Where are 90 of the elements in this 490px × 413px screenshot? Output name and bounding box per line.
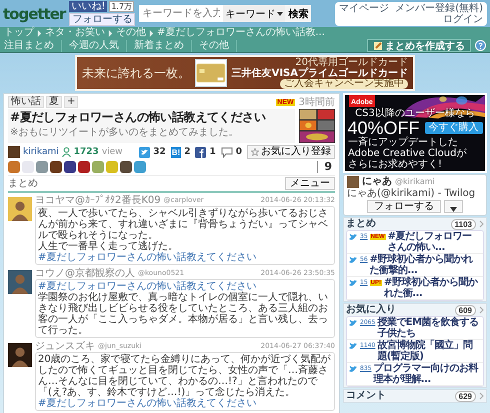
twitter-icon (349, 364, 358, 372)
header-link[interactable]: ログイン (443, 14, 483, 24)
ad-note: 20代専用ゴールドカード (295, 58, 408, 68)
twitter-icon (349, 232, 358, 240)
twilog-link[interactable]: にゃあ(@kirikami) - Twilog (347, 188, 483, 199)
user-avatar[interactable] (120, 161, 132, 173)
ad-product: 三井住友VISAプライムゴールドカード (232, 68, 408, 78)
dropdown-button[interactable] (444, 200, 463, 213)
twitter-share-icon[interactable] (139, 146, 150, 158)
tag[interactable]: 怖い話 (8, 96, 44, 108)
ad-cta: ご入会キャンペーン実施中 (280, 78, 408, 88)
ad-tagline: 未来に誇れる一枚。 (82, 64, 190, 82)
section-title: まとめ (8, 178, 38, 190)
share-count: 0 (236, 147, 242, 157)
person-icon (62, 147, 71, 157)
matome-link[interactable]: プログラマー向けのお料理本が理解… (373, 363, 481, 385)
like-count: 1.7万 (109, 1, 134, 12)
tweet-text: 人生で一番早く走って逃げた。 (38, 241, 178, 252)
section-title[interactable]: まとめ (346, 218, 376, 230)
ad-body: 一斉にアップデートした (348, 137, 459, 148)
share-count: 32 (153, 147, 166, 157)
twitter-icon (349, 318, 358, 326)
follow-button[interactable]: フォローする (69, 13, 136, 26)
matome-link[interactable]: #野球初心者から聞かれた衝撃的… (370, 254, 481, 276)
author-link[interactable]: kirikami (23, 147, 59, 157)
help-icon[interactable] (475, 40, 486, 51)
search-button[interactable]: 検索 (285, 5, 312, 22)
chevron-icon (37, 30, 42, 36)
count-badge: 629 (454, 390, 476, 402)
count-badge: 609 (454, 304, 476, 316)
view-label: view (102, 147, 123, 157)
tag[interactable]: 夏 (46, 96, 62, 108)
comment-icon[interactable] (220, 146, 233, 158)
logo[interactable]: togetter (3, 4, 66, 22)
user-avatar[interactable] (50, 161, 62, 173)
hashtag-link[interactable]: #夏だしフォロワーさんの怖い話教えてください (38, 281, 256, 292)
pencil-icon (373, 40, 383, 50)
profile-handle: @kirikami (395, 176, 435, 188)
chevron-icon[interactable] (479, 392, 484, 400)
favorite-count: 9 (317, 161, 332, 173)
twitter-icon (349, 256, 358, 264)
tweet-text: 20歳のころ、家で寝てたら金縛りにあって、何かが近づく気配がしたので怖くてギュッと目を閉じてたら、女性の声で「…斉藤さん…そんなに目を閉じていて、わかるの…!?」と言われたので「(え?あ、す、鈴木ですけど…!)」って念じたら消えた。 #夏だしフォロワーさんの怖い話教えてください (38, 354, 332, 409)
tweet-author[interactable]: コウノ@京都観察の人 (35, 268, 135, 279)
count-badge: 1103 (450, 218, 476, 230)
follow-button[interactable]: フォローする (367, 200, 441, 213)
chevron-icon (149, 30, 154, 36)
chevron-icon[interactable] (479, 220, 484, 228)
tweet-author[interactable]: ジュンスズキ (35, 341, 95, 352)
matome-link[interactable]: 授業でEM菌を飲食する子供たち (377, 317, 481, 339)
section-title[interactable]: コメント (346, 390, 386, 402)
twitter-icon (349, 342, 358, 350)
search-scope-dropdown[interactable]: キーワード (223, 5, 286, 22)
user-avatar[interactable] (78, 161, 90, 173)
matome-link[interactable]: #野球初心者から聞かれた衝… (384, 277, 481, 299)
matome-link[interactable]: 故宮博物院「國立」問題(暫定版) (377, 340, 481, 362)
chevron-icon[interactable] (479, 306, 484, 314)
caret-icon (277, 12, 284, 16)
user-avatar[interactable] (64, 161, 76, 173)
menu-button[interactable]: メニュー (285, 177, 335, 190)
share-count: 2 (184, 147, 190, 157)
star-icon (251, 148, 259, 156)
view-count: 1723 (74, 147, 99, 157)
section-title[interactable]: お気に入り (346, 304, 396, 316)
tweet-author[interactable]: ヨコヤマ@ｶｰﾌﾟｵﾀ2番長K09 (35, 195, 161, 206)
profile-name: にゃあ (362, 176, 392, 188)
matome-link[interactable]: #夏だしフォロワーさんの怖い… (388, 231, 481, 253)
ad-banner[interactable]: 未来に誇れる一枚。 20代専用ゴールドカード 三井住友VISAプライムゴールドカード ご入会キャンペーン実施中 (75, 55, 415, 91)
facebook-share-icon[interactable] (195, 146, 206, 158)
header-link[interactable]: マイページ (339, 2, 390, 14)
chevron-icon (108, 30, 113, 36)
share-count: 1 (209, 147, 216, 157)
matome-title: #夏だしフォロワーさんの怖い話教えてください (10, 110, 267, 125)
tag[interactable]: + (64, 96, 78, 108)
ad-body: Adobe Creative Cloudが (348, 148, 468, 159)
caret-icon (450, 207, 457, 212)
like-button[interactable]: いいね! (69, 1, 108, 12)
matome-description: ※おもにリツイートが多いのをまとめてみました。 (10, 127, 240, 139)
favorite-button[interactable]: お気に入り登録 (247, 145, 335, 159)
create-matome-button[interactable]: まとめを作成する (367, 39, 471, 52)
hashtag-link[interactable]: #夏だしフォロワーさんの怖い話教えてください (38, 398, 256, 409)
hashtag-link[interactable]: #夏だしフォロワーさんの怖い話教えてください (38, 252, 256, 263)
ad-body: さらにお求めやすく! (348, 159, 444, 170)
tweet-text: 学園祭のお化け屋敷で、真っ暗なトイレの個室に一人で隠れ、いきなり飛び出しビビらせる役をしていたところ、ある三人組のお客の一人が「ここ入っちゃダメ。本物が居る」と言い残し、去って行った。 (38, 292, 329, 336)
twitter-icon (349, 278, 358, 286)
header-link[interactable]: メンバー登録(無料) (395, 2, 483, 14)
tweet-text: 夜、一人で歩いてたら、シャベル引きずりながら歩いてるおじさんが前から来て、すれ違いざまに『背骨ちょうだい』ってシャベルで殴られそうになった。 (38, 208, 329, 241)
ad-offer: 40%OFF (347, 119, 420, 137)
posted-time: 3時間前 (298, 96, 335, 108)
hatena-bookmark-button[interactable]: B! (170, 146, 182, 158)
credit-card-icon (195, 59, 227, 87)
